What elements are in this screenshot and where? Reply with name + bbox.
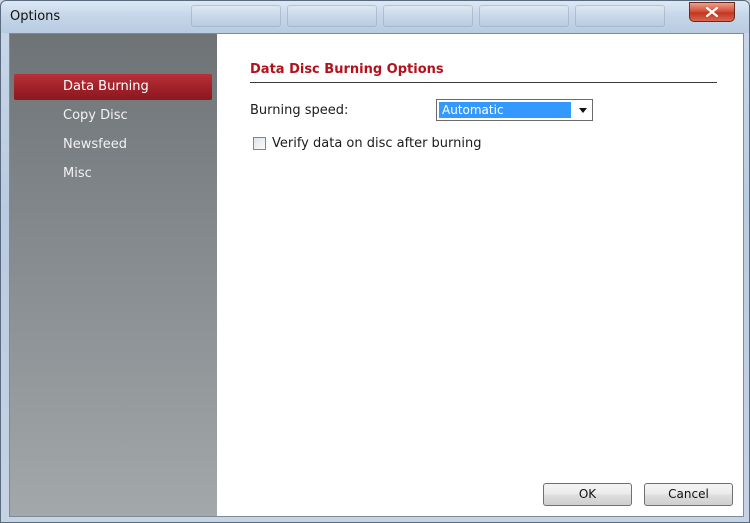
- sidebar-item-label: Data Burning: [63, 79, 149, 94]
- background-tab: [479, 5, 569, 27]
- sidebar-item-copy-disc[interactable]: Copy Disc: [14, 103, 212, 129]
- background-tab: [191, 5, 281, 27]
- background-window-tabs: [191, 5, 665, 27]
- sidebar-item-misc[interactable]: Misc: [14, 161, 212, 187]
- close-button[interactable]: [689, 2, 735, 22]
- verify-data-checkbox[interactable]: [253, 137, 266, 150]
- background-tab: [575, 5, 665, 27]
- burning-speed-label: Burning speed:: [250, 103, 349, 118]
- dialog-client-area: Data Burning Copy Disc Newsfeed Misc Dat…: [9, 33, 744, 517]
- burning-speed-select[interactable]: Automatic: [436, 99, 593, 121]
- settings-panel: Data Disc Burning Options Burning speed:…: [217, 34, 743, 516]
- options-sidebar: Data Burning Copy Disc Newsfeed Misc: [10, 34, 217, 516]
- sidebar-item-newsfeed[interactable]: Newsfeed: [14, 132, 212, 158]
- background-tab: [383, 5, 473, 27]
- cancel-button[interactable]: Cancel: [644, 483, 733, 506]
- sidebar-item-label: Copy Disc: [63, 108, 128, 123]
- title-bar[interactable]: Options: [1, 1, 749, 33]
- options-dialog: Options Data Burning Copy Disc Newsfeed …: [0, 0, 750, 523]
- chevron-down-icon: [579, 108, 587, 113]
- close-x-icon: [706, 7, 718, 17]
- burning-speed-value: Automatic: [439, 102, 571, 118]
- window-title: Options: [10, 9, 61, 24]
- section-divider: [250, 82, 717, 83]
- section-title: Data Disc Burning Options: [250, 62, 444, 77]
- sidebar-item-label: Misc: [63, 166, 92, 181]
- verify-data-label[interactable]: Verify data on disc after burning: [272, 136, 482, 151]
- sidebar-item-label: Newsfeed: [63, 137, 127, 152]
- background-tab: [287, 5, 377, 27]
- sidebar-item-data-burning[interactable]: Data Burning: [14, 74, 212, 100]
- ok-button[interactable]: OK: [543, 483, 632, 506]
